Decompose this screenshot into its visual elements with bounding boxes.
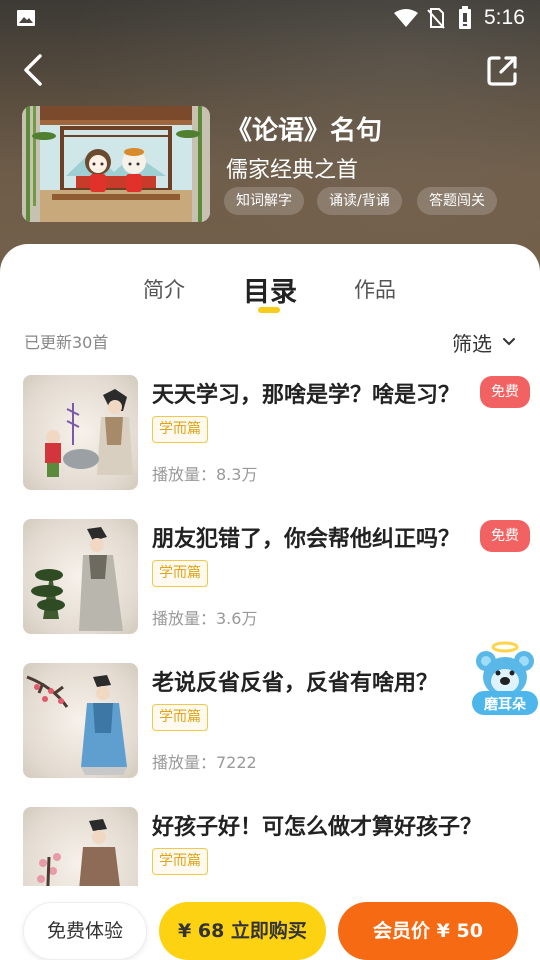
list-item[interactable]: 天天学习，那啥是学？啥是习？ 免费 学而篇 播放量：8.3万 [0,375,540,505]
update-count: 已更新30首 [24,333,109,352]
item-thumbnail [23,663,138,778]
chapter-tag: 学而篇 [152,848,208,875]
play-count: 播放量：3.6万 [152,609,258,628]
play-count: 播放量：8.3万 [152,465,258,484]
buy-now-button[interactable]: ¥ 68 立即购买 [159,902,326,960]
item-title: 老说反省反省，反省有啥用？ [152,671,439,696]
free-trial-button[interactable]: 免费体验 [23,902,147,960]
item-title: 朋友犯错了，你会帮他纠正吗？ [152,527,461,552]
album-cover [22,106,210,222]
list-item[interactable]: 朋友犯错了，你会帮他纠正吗？ 免费 学而篇 播放量：3.6万 [0,519,540,649]
wifi-icon [394,9,418,27]
mascot-listen-button[interactable]: 磨耳朵 [470,641,540,719]
no-sim-icon [427,8,445,29]
feature-tag: 答题闯关 [417,187,497,215]
battery-icon [459,6,471,29]
chapter-tag: 学而篇 [152,416,208,443]
chapter-tag: 学而篇 [152,704,208,731]
album-title: 《论语》名句 [226,116,383,146]
chevron-down-icon[interactable] [502,337,516,347]
item-title: 天天学习，那啥是学？啥是习？ [152,383,461,408]
status-bar: 5:16 [0,0,540,38]
tab-indicator [258,307,280,313]
share-button[interactable] [484,53,520,89]
list-item[interactable]: 老说反省反省，反省有啥用？ 学而篇 播放量：7222 [0,663,540,793]
item-thumbnail [23,519,138,634]
bottom-action-bar: 免费体验 ¥ 68 立即购买 会员价 ¥ 50 [0,886,540,960]
status-time: 5:16 [484,6,525,29]
photo-icon [17,10,35,26]
member-price-button[interactable]: 会员价 ¥ 50 [338,902,518,960]
content-card: 简介 目录 作品 已更新30首 筛选 天天学习，那啥是学？啥是习？ 免费 学而篇… [0,244,540,960]
free-badge: 免费 [480,376,530,408]
free-badge: 免费 [480,520,530,552]
item-thumbnail [23,375,138,490]
mascot-label: 磨耳朵 [484,697,526,713]
feature-tag: 知词解字 [224,187,304,215]
filter-button[interactable]: 筛选 [452,328,492,357]
item-title: 好孩子好！可怎么做才算好孩子？ [152,815,483,840]
tab-intro[interactable]: 简介 [143,274,185,304]
back-button[interactable] [18,52,48,88]
tab-works[interactable]: 作品 [354,274,396,304]
chapter-tag: 学而篇 [152,560,208,587]
play-count: 播放量：7222 [152,753,257,772]
tab-catalog[interactable]: 目录 [243,270,297,309]
feature-tag: 诵读/背诵 [317,187,402,215]
album-subtitle: 儒家经典之首 [226,158,359,183]
